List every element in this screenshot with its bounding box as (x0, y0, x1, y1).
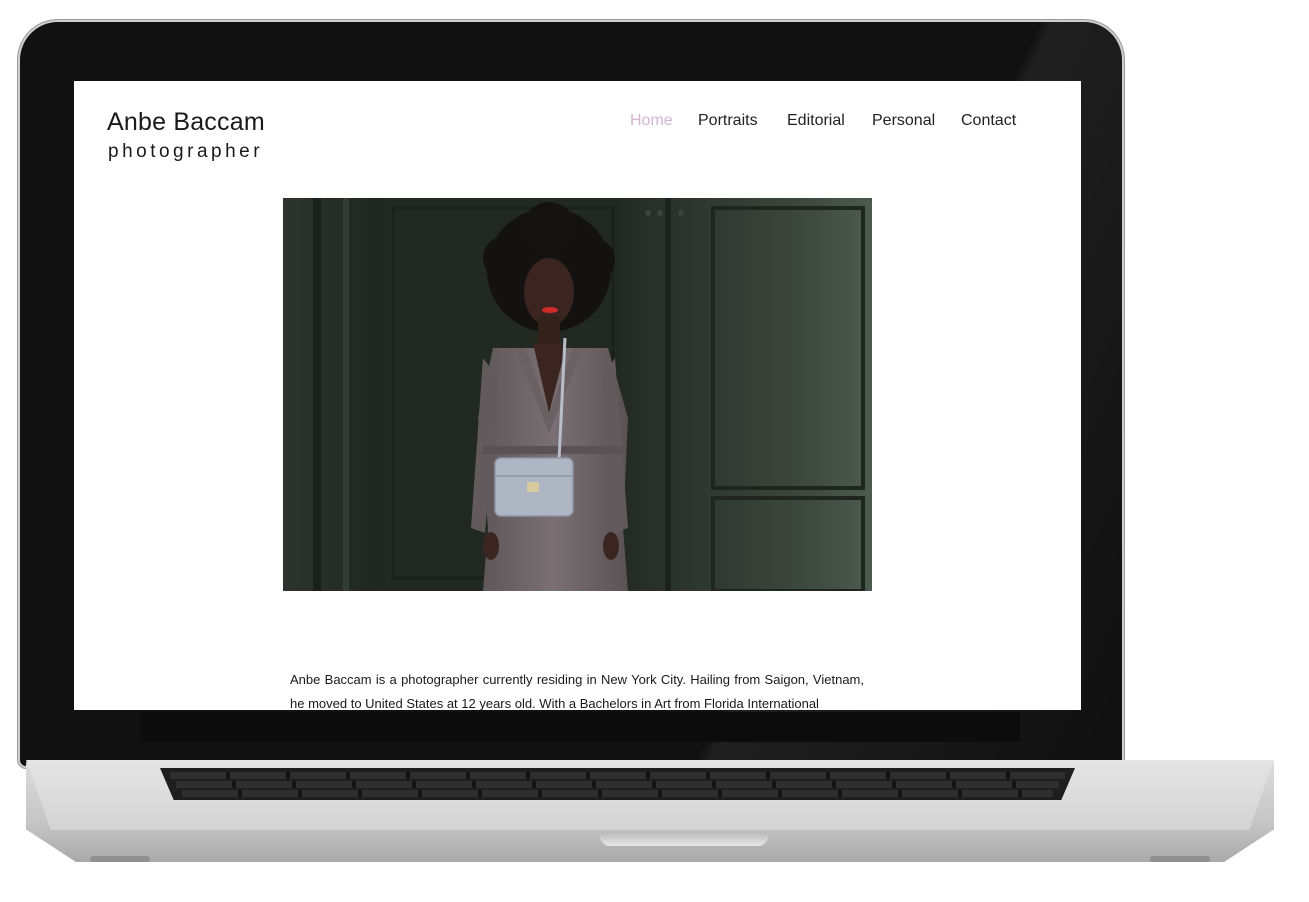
keyboard-row (170, 772, 1065, 779)
nav-item-home[interactable]: Home (630, 112, 673, 130)
trackpad-notch (600, 832, 768, 846)
nav-item-portraits[interactable]: Portraits (698, 112, 758, 130)
portrait-illustration (283, 198, 872, 591)
nav-item-contact[interactable]: Contact (961, 112, 1016, 130)
laptop-foot (90, 856, 150, 862)
keyboard-row (182, 790, 1053, 797)
bio-paragraph: Anbe Baccam is a photographer currently … (290, 672, 864, 710)
laptop-foot (1150, 856, 1210, 862)
browser-viewport: Anbe Baccam photographer Home Portraits … (74, 81, 1081, 710)
nav-item-personal[interactable]: Personal (872, 112, 935, 130)
screen-bezel (140, 712, 1020, 742)
keyboard-row (176, 781, 1059, 788)
main-nav: Home Portraits Editorial Personal Contac… (74, 112, 1081, 136)
nav-item-editorial[interactable]: Editorial (787, 112, 845, 130)
hero-photo (283, 198, 872, 591)
site-tagline: photographer (108, 141, 264, 162)
